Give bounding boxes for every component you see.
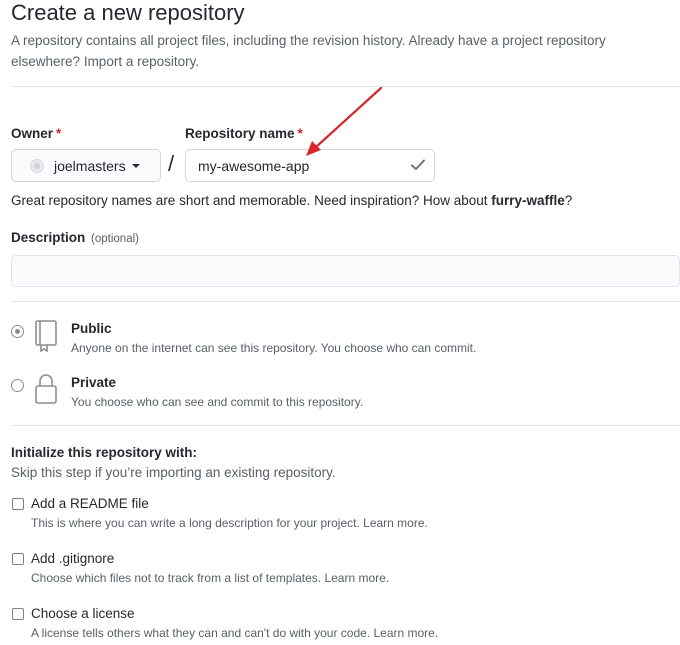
check-icon [411, 159, 425, 170]
private-description: You choose who can see and commit to thi… [71, 395, 364, 409]
repo-icon [35, 320, 57, 352]
init-section-title: Initialize this repository with: [11, 445, 198, 460]
lock-icon [35, 374, 57, 404]
name-suggestion-hint: Great repository names are short and mem… [11, 193, 573, 208]
gitignore-checkbox[interactable] [12, 553, 24, 565]
optional-tag: (optional) [91, 233, 139, 245]
owner-label: Owner * [11, 126, 62, 141]
license-option-label[interactable]: Choose a license [31, 606, 135, 621]
suggested-name[interactable]: furry-waffle [491, 193, 565, 208]
description-label: Description (optional) [11, 230, 139, 245]
divider [11, 425, 680, 426]
private-radio[interactable] [11, 379, 24, 392]
import-repository-link[interactable]: Import a repository. [84, 54, 199, 69]
owner-value: joelmasters [54, 157, 126, 174]
public-description: Anyone on the internet can see this repo… [71, 341, 477, 355]
readme-checkbox[interactable] [12, 498, 24, 510]
public-title: Public [71, 321, 112, 336]
avatar [30, 158, 44, 173]
page-title: Create a new repository [11, 0, 245, 25]
description-input[interactable] [11, 255, 680, 287]
repo-name-label: Repository name * [185, 126, 303, 141]
owner-dropdown[interactable]: joelmasters [11, 149, 161, 182]
license-option-description: A license tells others what they can and… [31, 626, 439, 640]
chevron-down-icon [131, 163, 140, 168]
owner-repo-separator: / [168, 151, 175, 176]
repository-name-input[interactable] [185, 149, 435, 182]
required-mark: * [56, 126, 62, 141]
create-repo-form: Create a new repository A repository con… [11, 0, 680, 645]
required-mark: * [297, 126, 303, 141]
license-checkbox[interactable] [12, 608, 24, 620]
private-title: Private [71, 375, 117, 390]
gitignore-option-description: Choose which files not to track from a l… [31, 571, 390, 585]
readme-option-description: This is where you can write a long descr… [31, 516, 428, 530]
divider [11, 86, 680, 87]
gitignore-option-label[interactable]: Add .gitignore [31, 551, 114, 566]
divider [11, 301, 680, 302]
page-subtitle: A repository contains all project files,… [11, 30, 676, 72]
public-radio[interactable] [11, 325, 24, 338]
init-section-subtitle: Skip this step if you’re importing an ex… [11, 465, 336, 480]
readme-option-label[interactable]: Add a README file [31, 496, 149, 511]
